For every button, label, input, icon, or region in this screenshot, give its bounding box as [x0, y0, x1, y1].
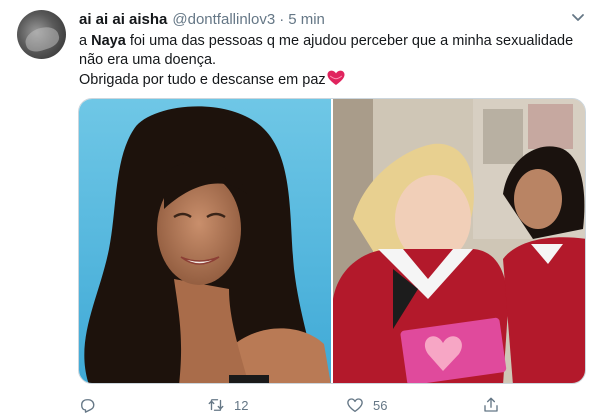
reply-icon: [81, 399, 95, 413]
heart-icon: [347, 398, 363, 413]
retweet-button[interactable]: 12: [207, 396, 248, 414]
tweet-actions: 12 56: [78, 396, 586, 416]
tweet-text-line-3: Obrigada por tudo e descanse em paz: [79, 70, 584, 90]
separator-dot: ·: [279, 11, 285, 28]
tweet-text: a Naya foi uma das pessoas q me ajudou p…: [79, 32, 584, 90]
tweet-text-line-2: não era uma doença.: [79, 52, 217, 68]
retweet-count: 12: [234, 397, 249, 413]
cheerleaders-photo[interactable]: [333, 99, 586, 384]
retweet-icon: [208, 399, 224, 411]
tweet-text-line-1: a Naya foi uma das pessoas q me ajudou p…: [79, 33, 574, 49]
share-icon: [484, 397, 498, 412]
mention-name: Naya: [91, 33, 126, 49]
heart-emoji-icon: [327, 70, 345, 85]
media-grid: [78, 98, 586, 384]
display-name[interactable]: ai ai ai aisha: [79, 11, 167, 28]
user-handle[interactable]: @dontfallinlov3: [172, 11, 275, 28]
avatar[interactable]: [17, 10, 66, 59]
portrait-photo[interactable]: [79, 99, 331, 384]
avatar-photo: [22, 23, 62, 55]
chevron-down-icon[interactable]: [571, 13, 585, 23]
timestamp[interactable]: 5 min: [288, 11, 325, 28]
tweet-header: ai ai ai aisha @dontfallinlov3 · 5 min: [79, 11, 325, 31]
like-button[interactable]: 56: [346, 396, 387, 414]
share-button[interactable]: [482, 396, 500, 414]
reply-button[interactable]: [78, 396, 105, 414]
tweet[interactable]: ai ai ai aisha @dontfallinlov3 · 5 min a…: [0, 0, 596, 416]
like-count: 56: [373, 397, 388, 413]
